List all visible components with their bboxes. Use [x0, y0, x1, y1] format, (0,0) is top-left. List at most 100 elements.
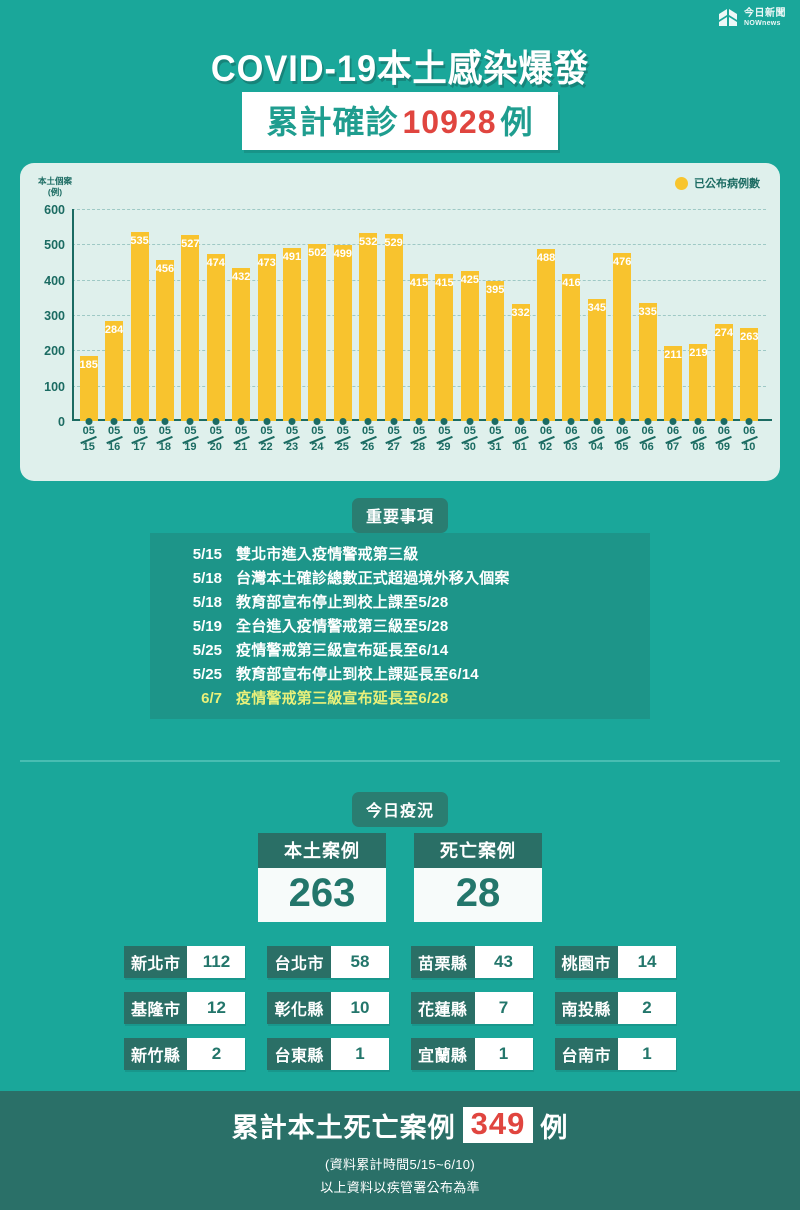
bar[interactable]: 473 — [257, 253, 276, 421]
bar-column[interactable]: 219 — [686, 209, 711, 425]
bar-column[interactable]: 488 — [533, 209, 558, 425]
city-chip[interactable]: 彰化縣 10 — [267, 992, 389, 1024]
stat-card-value: 28 — [414, 868, 542, 922]
event-date: 5/18 — [192, 593, 222, 611]
bar-column[interactable]: 499 — [330, 209, 355, 425]
bar-column[interactable]: 532 — [355, 209, 380, 425]
bar[interactable]: 345 — [588, 299, 606, 421]
bar[interactable]: 185 — [80, 355, 98, 421]
bar-column[interactable]: 456 — [152, 209, 177, 425]
bar[interactable]: 415 — [410, 274, 428, 421]
bar-column[interactable]: 527 — [178, 209, 203, 425]
bar[interactable]: 529 — [384, 234, 403, 421]
bar-column[interactable]: 502 — [305, 209, 330, 425]
bar[interactable]: 332 — [511, 303, 530, 421]
footer-note-range: (資料累計時間5/15~6/10) — [325, 1156, 475, 1172]
bar-value-label: 274 — [714, 327, 734, 340]
bar[interactable]: 274 — [715, 324, 733, 421]
bar[interactable]: 425 — [461, 270, 479, 421]
bar-column[interactable]: 529 — [381, 209, 406, 425]
city-chip[interactable]: 苗栗縣 43 — [411, 946, 533, 978]
today-heading: 今日疫況 — [351, 792, 448, 827]
x-axis-label: 06 06 — [635, 425, 660, 454]
bar[interactable]: 263 — [740, 328, 758, 421]
bar[interactable]: 527 — [181, 234, 200, 421]
city-chip[interactable]: 桃園市 14 — [554, 946, 677, 978]
city-chip[interactable]: 台東縣 1 — [267, 1038, 389, 1070]
city-count: 7 — [474, 992, 533, 1024]
bar[interactable]: 535 — [130, 231, 149, 421]
bar[interactable]: 499 — [334, 244, 352, 421]
events-panel: 5/15 雙北市進入疫情警戒第三級 5/18 台灣本土確診總數正式超過境外移入個案 5/… — [150, 533, 650, 719]
bar-column[interactable]: 491 — [279, 209, 304, 425]
y-axis-tick: 100 — [44, 379, 65, 394]
bar-column[interactable]: 473 — [254, 209, 279, 425]
bar-column[interactable]: 345 — [584, 209, 609, 425]
x-axis-tick-dot-icon — [618, 418, 626, 425]
bar-column[interactable]: 335 — [635, 209, 660, 425]
x-axis-label: 06 05 — [610, 425, 635, 454]
bar-column[interactable]: 425 — [457, 209, 482, 425]
x-axis-tick-dot-icon — [720, 418, 728, 425]
city-row: 新北市 112 台北市 58 苗栗縣 43 桃園市 14 — [123, 946, 677, 978]
bar[interactable]: 415 — [435, 274, 454, 421]
bar-column[interactable]: 474 — [203, 209, 228, 425]
bar-column[interactable]: 432 — [228, 209, 253, 425]
city-chip[interactable]: 台北市 58 — [267, 946, 389, 978]
bar-value-label: 219 — [689, 346, 708, 359]
today-stat-cards: 本土案例 263 死亡案例 28 — [0, 833, 800, 922]
bar-value-label: 211 — [664, 349, 682, 362]
bar-column[interactable]: 415 — [432, 209, 457, 425]
bar[interactable]: 432 — [232, 268, 250, 421]
bar[interactable]: 219 — [689, 343, 708, 421]
bar-column[interactable]: 274 — [711, 209, 736, 425]
bar-column[interactable]: 416 — [559, 209, 584, 425]
bar-column[interactable]: 476 — [610, 209, 635, 425]
event-text: 教育部宣布停止到校上課至5/28 — [236, 593, 449, 611]
x-axis-label: 06 10 — [737, 425, 762, 454]
bar-column[interactable]: 185 — [76, 209, 101, 425]
bar[interactable]: 416 — [562, 274, 581, 421]
event-row: 5/15 雙北市進入疫情警戒第三級 — [150, 541, 650, 565]
bar-column[interactable]: 535 — [127, 209, 152, 425]
city-chip[interactable]: 基隆市 12 — [123, 992, 246, 1024]
x-axis-label: 06 02 — [533, 425, 558, 454]
bar[interactable]: 395 — [486, 281, 504, 421]
bar[interactable]: 456 — [156, 259, 174, 421]
bar[interactable]: 284 — [105, 320, 123, 421]
bar-column[interactable]: 332 — [508, 209, 533, 425]
x-axis-label: 05 15 — [76, 425, 101, 454]
bar-column[interactable]: 415 — [406, 209, 431, 425]
cases-bar-chart: 已公布病例數 本土個案 (例) 0 100 200 300 400 500 600 185 2… — [20, 163, 780, 481]
bar[interactable]: 335 — [638, 302, 657, 421]
city-name: 花蓮縣 — [411, 992, 475, 1024]
bar[interactable]: 476 — [613, 252, 631, 421]
city-name: 彰化縣 — [267, 992, 331, 1024]
bar[interactable]: 488 — [537, 248, 555, 421]
x-axis-tick-dot-icon — [593, 418, 601, 425]
bar[interactable]: 532 — [359, 233, 377, 421]
bar-column[interactable]: 284 — [101, 209, 126, 425]
bar[interactable]: 211 — [664, 346, 683, 421]
bar-value-label: 527 — [181, 237, 200, 250]
bar[interactable]: 502 — [308, 243, 327, 421]
city-chip[interactable]: 新北市 112 — [123, 946, 246, 978]
bar-column[interactable]: 211 — [660, 209, 685, 425]
city-chip[interactable]: 新竹縣 2 — [123, 1038, 246, 1070]
bar-column[interactable]: 263 — [737, 209, 762, 425]
city-chip[interactable]: 台南市 1 — [554, 1038, 677, 1070]
city-chip[interactable]: 花蓮縣 7 — [411, 992, 533, 1024]
cumulative-cases-number: 10928 — [402, 104, 497, 140]
y-axis-unit: (例) — [47, 186, 63, 197]
logo-text-en: NOWnews — [744, 19, 781, 27]
bar[interactable]: 474 — [207, 253, 225, 421]
x-axis-label: 05 16 — [101, 425, 126, 454]
stat-card-value: 263 — [258, 868, 386, 922]
city-chip[interactable]: 宜蘭縣 1 — [411, 1038, 533, 1070]
x-axis-label: 05 24 — [305, 425, 330, 454]
bar-value-label: 535 — [130, 234, 149, 247]
city-chip[interactable]: 南投縣 2 — [554, 992, 677, 1024]
bar[interactable]: 491 — [283, 247, 301, 421]
bar-column[interactable]: 395 — [483, 209, 508, 425]
city-name: 宜蘭縣 — [411, 1038, 475, 1070]
